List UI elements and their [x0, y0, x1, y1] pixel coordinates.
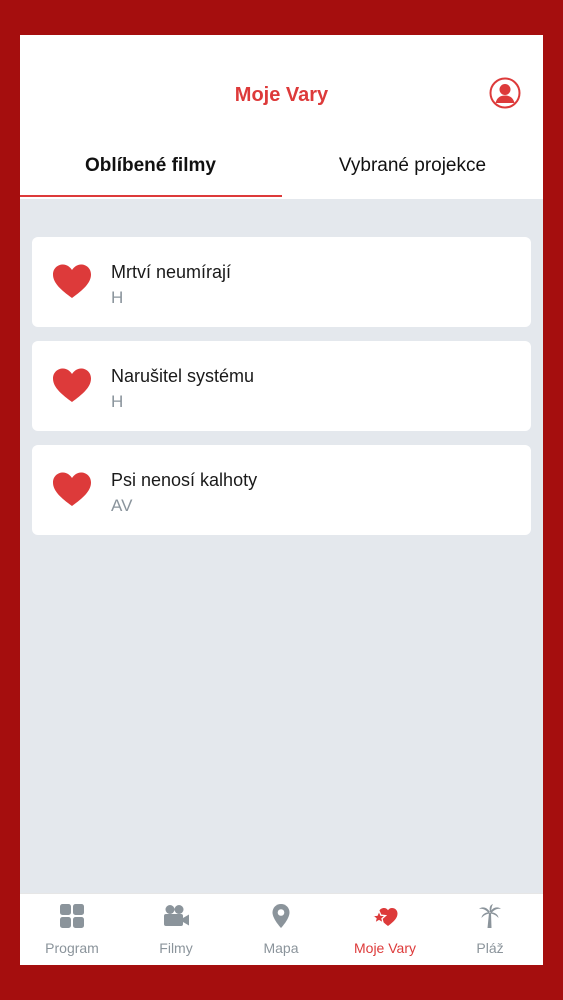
video-camera-icon [164, 905, 189, 926]
heart-icon[interactable] [52, 262, 92, 302]
tab-selected-screenings[interactable]: Vybrané projekce [282, 155, 543, 199]
nav-beach[interactable]: Pláž [438, 894, 542, 965]
nav-label: Mapa [263, 940, 299, 956]
map-pin-icon [272, 904, 290, 928]
favorite-film-card[interactable]: Psi nenosí kalhoty AV [32, 445, 531, 535]
favorite-film-card[interactable]: Mrtví neumírají H [32, 237, 531, 327]
nav-films[interactable]: Filmy [124, 894, 228, 965]
nav-label: Moje Vary [354, 940, 416, 956]
nav-program[interactable]: Program [20, 894, 124, 965]
nav-label: Pláž [476, 940, 504, 956]
bottom-tab-bar: Program Filmy Mapa Moje Vary Pláž [20, 893, 543, 965]
favorite-film-card[interactable]: Narušitel systému H [32, 341, 531, 431]
nav-map[interactable]: Mapa [229, 894, 333, 965]
tab-favorite-films[interactable]: Oblíbené filmy [20, 155, 281, 199]
page-title: Moje Vary [234, 84, 329, 106]
nav-label: Filmy [159, 940, 193, 956]
film-title: Psi nenosí kalhoty [111, 470, 258, 490]
heart-icon[interactable] [52, 366, 92, 406]
nav-moje-vary[interactable]: Moje Vary [333, 894, 437, 965]
profile-button[interactable] [489, 77, 521, 109]
film-title: Mrtví neumírají [111, 262, 232, 282]
active-tab-indicator [20, 195, 282, 197]
grid-icon [60, 904, 84, 928]
segment-tabs: Oblíbené filmy Vybrané projekce [20, 155, 543, 199]
heart-icon[interactable] [52, 470, 92, 510]
palm-tree-icon [479, 904, 501, 928]
tab-label: Vybrané projekce [338, 155, 487, 176]
app-header: Moje Vary [20, 35, 543, 155]
film-title: Narušitel systému [111, 366, 255, 386]
film-section: H [111, 288, 124, 307]
film-section: AV [111, 496, 133, 515]
user-profile-icon [489, 77, 521, 109]
app-screen: Moje Vary Oblíbené filmy Vybrané projekc… [20, 35, 543, 965]
film-section: H [111, 392, 124, 411]
nav-label: Program [45, 940, 99, 956]
heart-star-icon [371, 908, 398, 926]
tab-label: Oblíbené filmy [85, 155, 216, 176]
